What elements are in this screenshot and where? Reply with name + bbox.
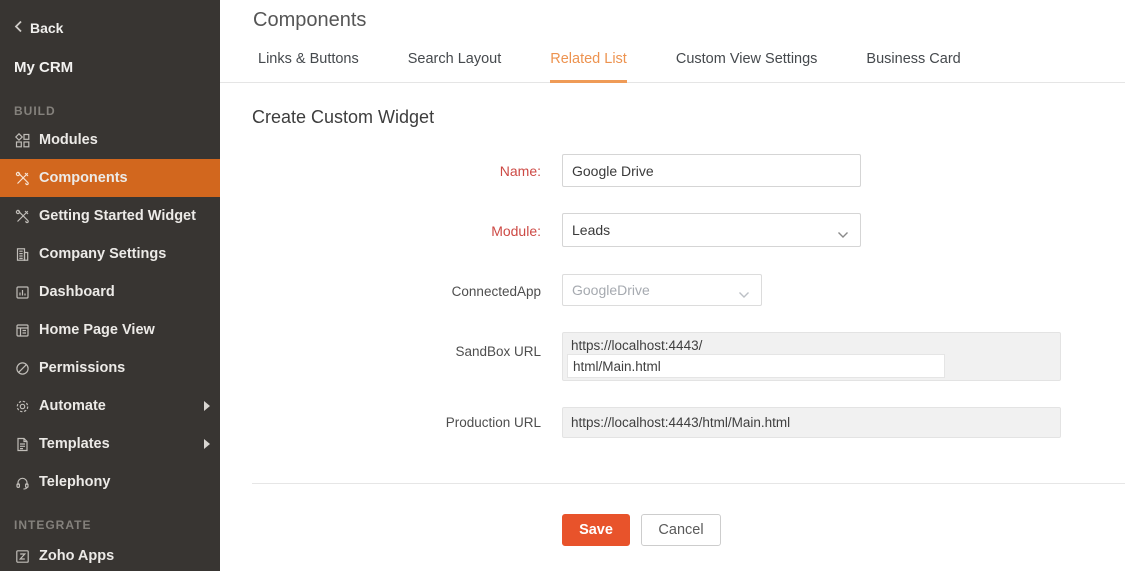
my-crm-label[interactable]: My CRM	[14, 59, 73, 76]
module-select[interactable]: Leads	[562, 213, 861, 247]
components-icon	[14, 170, 30, 186]
getting-started-widget-icon	[14, 208, 30, 224]
sandbox-url-input[interactable]	[567, 354, 945, 378]
telephony-icon	[14, 474, 30, 490]
company-settings-icon	[14, 246, 30, 262]
modules-icon	[14, 132, 30, 148]
sidebar-item-modules[interactable]: Modules	[0, 121, 220, 159]
module-label: Module:	[260, 223, 541, 239]
sidebar-item-automate[interactable]: Automate	[0, 387, 220, 425]
name-input[interactable]	[562, 154, 861, 187]
main-header: Components Links & Buttons Search Layout…	[220, 0, 1125, 83]
sidebar-item-label: Telephony	[39, 474, 110, 490]
sidebar: Back My CRM BUILD Modules Components Get…	[0, 0, 220, 571]
app-window: Back My CRM BUILD Modules Components Get…	[0, 0, 1125, 571]
permissions-icon	[14, 360, 30, 376]
sandbox-url-label: SandBox URL	[260, 344, 541, 359]
zoho-apps-icon	[14, 548, 30, 564]
cancel-button[interactable]: Cancel	[641, 514, 721, 546]
chevron-right-icon	[204, 401, 210, 411]
production-url-box: https://localhost:4443/html/Main.html	[562, 407, 1061, 438]
connected-app-select-value: GoogleDrive	[572, 282, 650, 298]
section-label-build: BUILD	[14, 104, 56, 118]
sidebar-item-label: Templates	[39, 436, 110, 452]
sidebar-item-label: Company Settings	[39, 246, 166, 262]
connected-app-select[interactable]: GoogleDrive	[562, 274, 762, 306]
sidebar-item-components[interactable]: Components	[0, 159, 220, 197]
chevron-left-icon	[14, 20, 23, 36]
sidebar-item-label: Permissions	[39, 360, 125, 376]
tab-search-layout[interactable]: Search Layout	[408, 51, 502, 83]
sidebar-item-label: Modules	[39, 132, 98, 148]
tab-business-card[interactable]: Business Card	[866, 51, 960, 83]
home-page-view-icon	[14, 322, 30, 338]
production-url-label: Production URL	[260, 415, 541, 430]
sidebar-item-company-settings[interactable]: Company Settings	[0, 235, 220, 273]
sidebar-item-home-page-view[interactable]: Home Page View	[0, 311, 220, 349]
sandbox-url-box: https://localhost:4443/	[562, 332, 1061, 381]
sidebar-item-label: Components	[39, 170, 128, 186]
tab-links-and-buttons[interactable]: Links & Buttons	[258, 51, 359, 83]
tab-related-list[interactable]: Related List	[550, 51, 627, 83]
production-url-text: https://localhost:4443/html/Main.html	[571, 415, 1052, 430]
sidebar-item-telephony[interactable]: Telephony	[0, 463, 220, 501]
chevron-down-icon	[837, 226, 849, 242]
sidebar-item-label: Automate	[39, 398, 106, 414]
sidebar-item-templates[interactable]: Templates	[0, 425, 220, 463]
chevron-right-icon	[204, 439, 210, 449]
form-title: Create Custom Widget	[252, 107, 434, 128]
sidebar-item-zoho-apps[interactable]: Zoho Apps	[0, 537, 220, 575]
tab-custom-view-settings[interactable]: Custom View Settings	[676, 51, 818, 83]
sidebar-item-dashboard[interactable]: Dashboard	[0, 273, 220, 311]
sidebar-item-label: Getting Started Widget	[39, 208, 196, 224]
module-select-value: Leads	[572, 222, 610, 238]
connected-app-label: ConnectedApp	[260, 284, 541, 299]
sidebar-item-getting-started-widget[interactable]: Getting Started Widget	[0, 197, 220, 235]
dashboard-icon	[14, 284, 30, 300]
templates-icon	[14, 436, 30, 452]
back-label: Back	[30, 20, 63, 36]
chevron-down-icon	[738, 286, 750, 302]
section-label-integrate: INTEGRATE	[14, 518, 91, 532]
back-button[interactable]: Back	[14, 20, 63, 36]
automate-icon	[14, 398, 30, 414]
sidebar-item-label: Zoho Apps	[39, 548, 114, 564]
page-title: Components	[253, 9, 366, 32]
sandbox-url-readonly-text: https://localhost:4443/	[571, 338, 1052, 353]
save-button[interactable]: Save	[562, 514, 630, 546]
sidebar-item-label: Home Page View	[39, 322, 155, 338]
sidebar-item-label: Dashboard	[39, 284, 115, 300]
form-divider	[252, 483, 1125, 484]
sidebar-item-permissions[interactable]: Permissions	[0, 349, 220, 387]
name-label: Name:	[260, 163, 541, 179]
tab-bar: Links & Buttons Search Layout Related Li…	[258, 51, 961, 83]
